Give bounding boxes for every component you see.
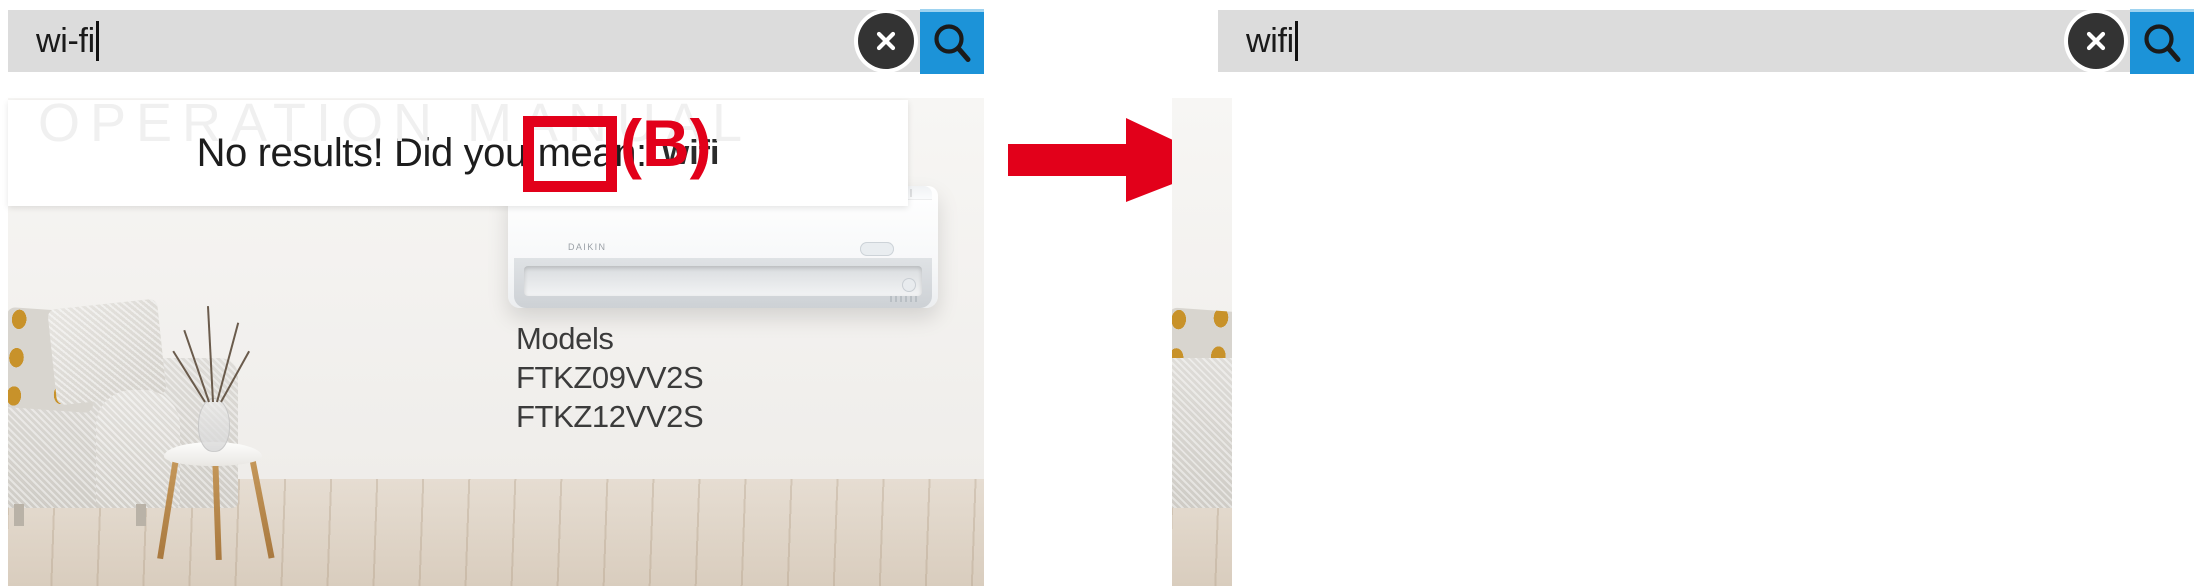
sofa [1172,358,1232,508]
glass-vase [198,398,230,452]
text-caret [95,21,99,61]
ac-vent-slots [890,296,920,302]
clear-search-button[interactable] [858,13,914,69]
search-input-before[interactable]: wi-fi [8,21,858,61]
magnifier-icon [930,21,974,65]
screenshot-stage: DAIKIN Models FTKZ09VV2S FTKZ12VV2S OPER… [0,0,2200,586]
annotation-highlight-box [523,116,617,192]
ac-inverter-badge [860,242,894,256]
clear-circle-x-icon [2081,26,2111,56]
clear-circle-x-icon [871,26,901,56]
daikin-logo: DAIKIN [568,242,607,252]
model-number-2: FTKZ12VV2S [516,398,704,434]
ac-louver [524,266,922,296]
ac-sensor-dot [902,278,916,292]
text-caret [1294,21,1298,61]
no-results-banner: OPERATION MANUAL No results! Did you mea… [8,93,908,206]
sofa-leg [14,504,24,526]
before-state-panel: DAIKIN Models FTKZ09VV2S FTKZ12VV2S OPER… [0,0,1010,586]
clear-search-button[interactable] [2068,13,2124,69]
background-photo-strip [1172,98,1232,586]
annotation-step-label: (B) [620,106,712,180]
magnifier-icon [2140,21,2184,65]
search-input-value: wi-fi [36,21,95,60]
submit-search-button[interactable] [920,8,984,74]
sofa-leg [136,504,146,526]
submit-search-button[interactable] [2130,8,2194,74]
after-state-panel: Smart control Smart control Easily acces… [1172,0,2200,586]
search-bar-after[interactable]: wifi [1218,8,2194,74]
search-bar-before[interactable]: wi-fi [8,8,984,74]
search-input-after[interactable]: wifi [1218,21,2068,61]
models-label: Models [516,321,614,356]
search-input-value: wifi [1246,21,1294,60]
model-number-1: FTKZ09VV2S [516,359,704,395]
models-caption: Models FTKZ09VV2S FTKZ12VV2S [516,320,704,436]
